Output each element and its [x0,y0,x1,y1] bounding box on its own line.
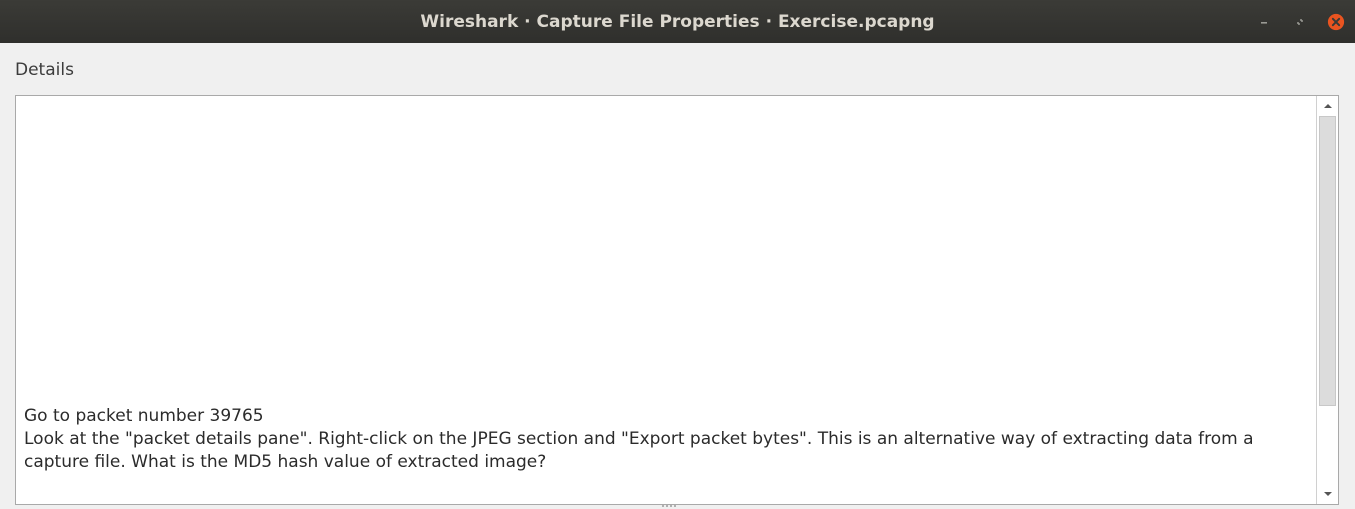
grip-dot [662,505,664,507]
restore-icon [1297,18,1303,25]
vertical-scrollbar[interactable] [1316,96,1338,504]
scroll-up-arrow-icon [1323,104,1332,108]
grip-dot [666,505,668,507]
window-controls [1255,0,1345,43]
minimize-button[interactable] [1255,13,1273,31]
details-label: Details [15,60,74,80]
grip-dot [674,505,676,507]
scroll-down-button[interactable] [1317,484,1338,504]
capture-file-properties-window: Wireshark · Capture File Properties · Ex… [0,0,1355,509]
scroll-up-button[interactable] [1317,96,1338,116]
title-bar[interactable]: Wireshark · Capture File Properties · Ex… [0,0,1355,43]
close-icon [1327,13,1345,30]
scrollbar-thumb[interactable] [1319,116,1336,406]
resize-grip[interactable] [662,505,692,509]
grip-dot [670,505,672,507]
window-title: Wireshark · Capture File Properties · Ex… [420,12,935,32]
scroll-down-arrow-icon [1323,492,1332,496]
minimize-icon [1261,21,1267,24]
details-text[interactable]: Go to packet number 39765 Look at the "p… [24,405,1309,474]
restore-button[interactable] [1291,13,1309,31]
close-button[interactable] [1327,13,1345,31]
details-text-area[interactable]: Go to packet number 39765 Look at the "p… [15,95,1339,505]
